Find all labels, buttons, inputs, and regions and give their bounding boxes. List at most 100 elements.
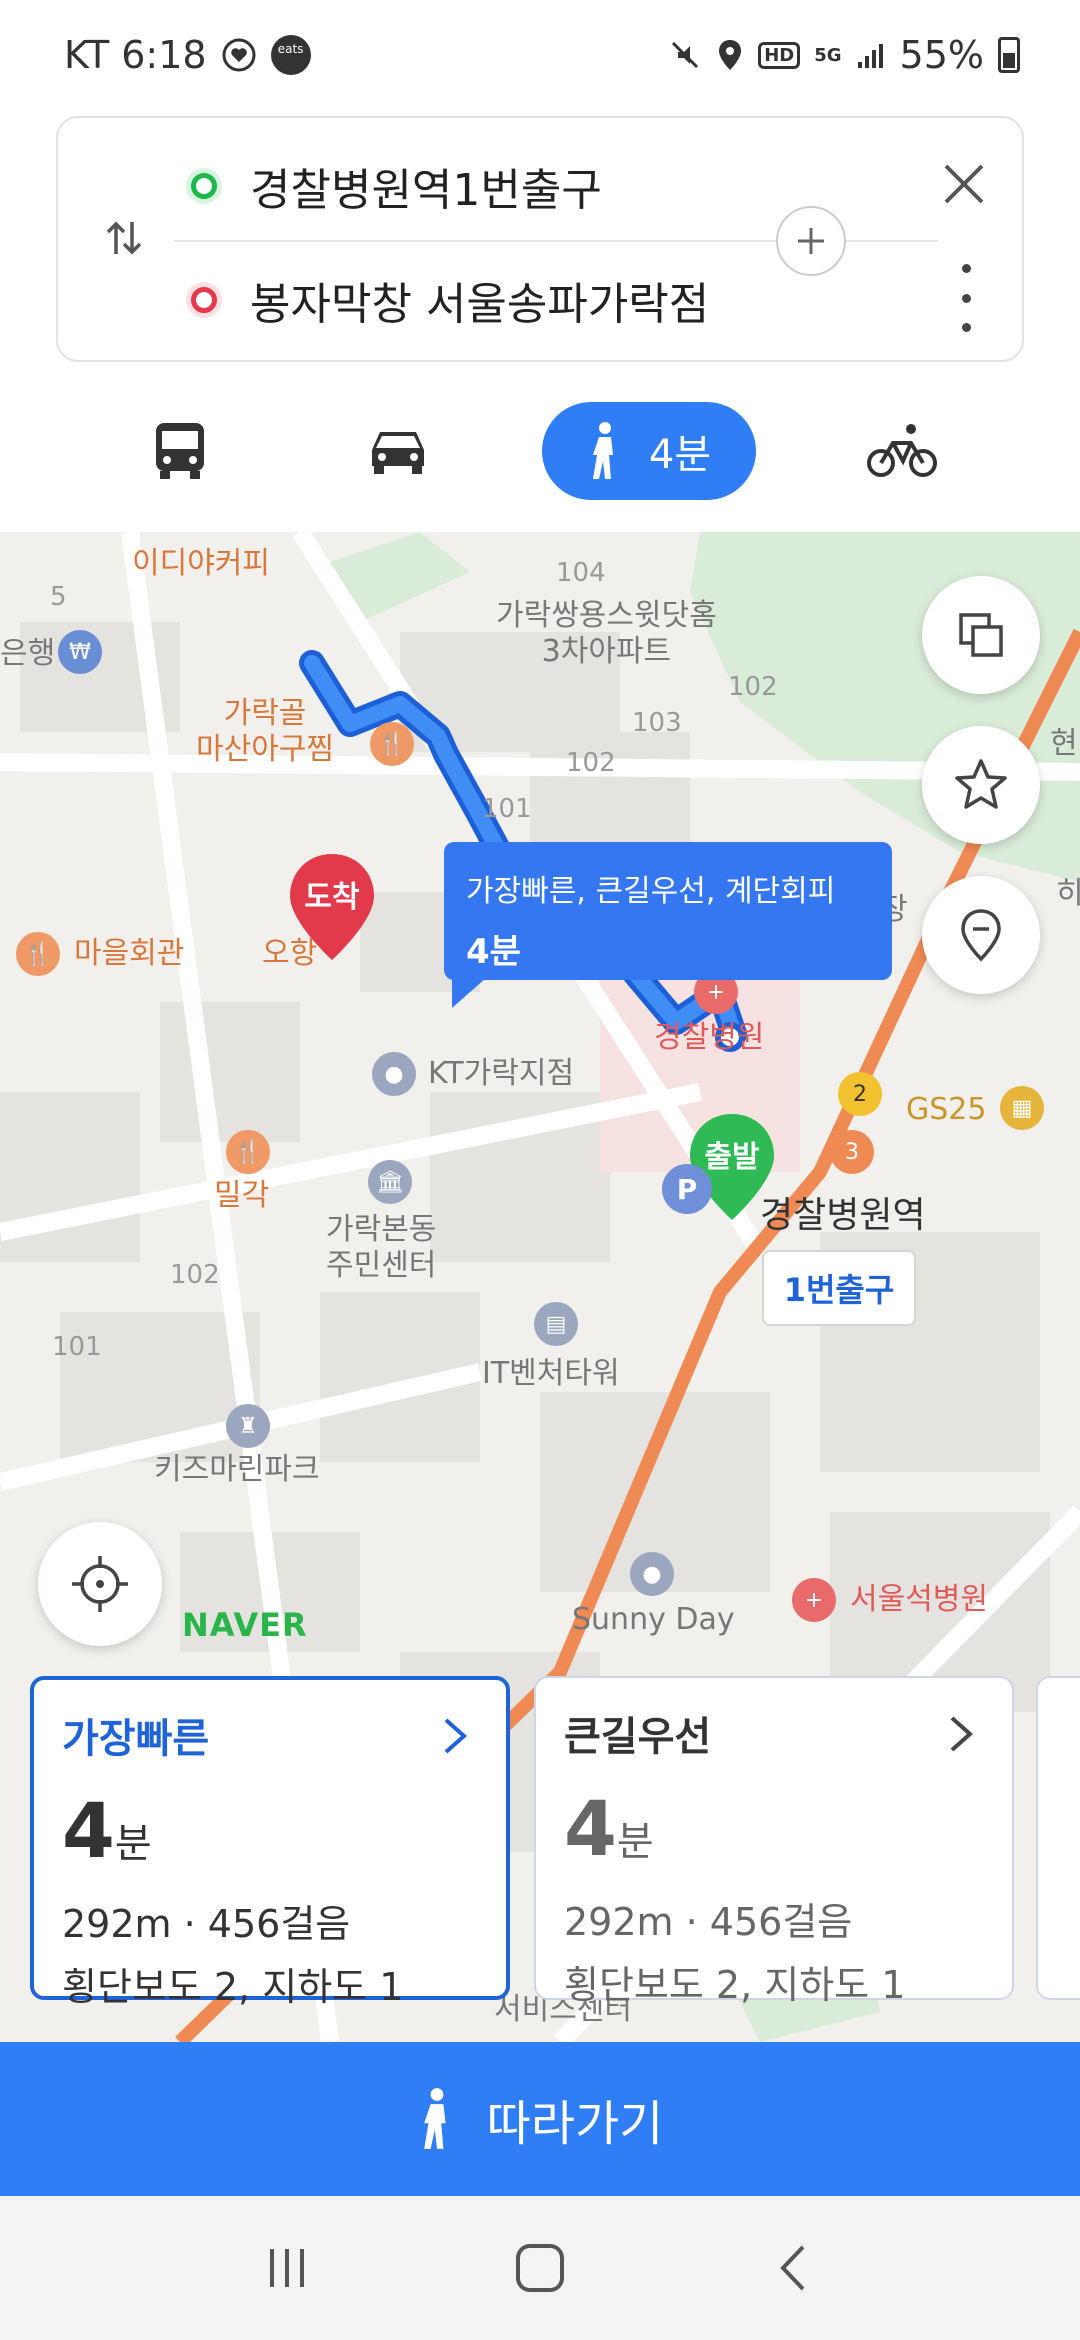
battery-icon [998, 37, 1020, 73]
restaurant-icon[interactable]: 🍴 [370, 722, 414, 766]
walk-icon [423, 2088, 446, 2149]
map-label-kids[interactable]: 키즈마린파크 [154, 1452, 320, 1488]
recent-apps-icon [269, 2249, 304, 2287]
option-time: 4분 [62, 1786, 478, 1875]
more-options-button[interactable] [946, 258, 986, 338]
recent-apps-button[interactable] [247, 2228, 327, 2308]
star-icon [955, 759, 1007, 809]
close-button[interactable] [934, 154, 994, 214]
map-label-hyun: 현 [1050, 726, 1078, 761]
distance-value: 292m [62, 1902, 172, 1946]
option-distance: 292m · 456걸음 [564, 1900, 853, 1944]
option-time-unit: 분 [616, 1819, 654, 1865]
location-icon [716, 38, 744, 72]
carrier-time: KT 6:18 [64, 33, 207, 77]
park-icon[interactable]: ♜ [226, 1404, 270, 1448]
tab-car[interactable] [358, 402, 438, 500]
add-waypoint-button[interactable] [776, 206, 846, 276]
hd-icon: HD [758, 41, 801, 69]
steps-value: 456걸음 [207, 1902, 351, 1946]
home-button[interactable] [500, 2228, 580, 2308]
layers-button[interactable] [922, 576, 1040, 694]
map-label-102b: 102 [566, 748, 616, 778]
map-label-center[interactable]: 가락본동 주민센터 [326, 1212, 436, 1284]
destination-field[interactable]: 봉자막창 서울송파가락점 [186, 268, 709, 332]
tooltip-route-type: 가장빠른, 큰길우선, 계단회피 [466, 874, 836, 909]
back-button[interactable] [753, 2228, 833, 2308]
follow-button[interactable]: 따라가기 [0, 2042, 1080, 2196]
map-label-104: 104 [556, 558, 606, 588]
map-label-gs25[interactable]: GS25 [906, 1092, 986, 1128]
building-icon[interactable]: ● [372, 1052, 416, 1096]
map-label-hi: 히 [1056, 876, 1080, 911]
parking-icon[interactable]: P [662, 1164, 712, 1214]
option-title: 큰길우선 [564, 1714, 712, 1760]
route-tooltip[interactable]: 가장빠른, 큰길우선, 계단회피 4분 [444, 842, 892, 1008]
tab-bicycle[interactable] [862, 402, 942, 500]
tooltip-time: 4분 [466, 932, 521, 972]
option-detail: 횡단보도 2, 지하도 1 [62, 1965, 404, 2009]
option-time-unit: 분 [114, 1821, 152, 1867]
map-label-sunny[interactable]: Sunny Day [572, 1602, 735, 1638]
close-icon [944, 164, 984, 204]
bank-icon[interactable]: ₩ [58, 630, 102, 674]
restaurant-icon[interactable]: 🍴 [226, 1130, 270, 1174]
map-label-maeul[interactable]: 마을회관 [74, 936, 184, 972]
favorite-button[interactable] [922, 726, 1040, 844]
start-location: 경찰병원역1번출구 [250, 165, 602, 216]
line-3-icon: 3 [830, 1130, 874, 1174]
steps-value: 456걸음 [709, 1900, 853, 1944]
map-label-garak-masan[interactable]: 가락골 마산아구찜 [196, 696, 334, 768]
map-label-seoul-hosp[interactable]: 서울석병원 [850, 1582, 988, 1618]
coupang-eats-icon: eats [270, 35, 311, 75]
transport-mode-tabs: 4분 [0, 396, 1080, 506]
map-label-kt[interactable]: KT가락지점 [428, 1056, 574, 1092]
plus-icon [798, 228, 824, 254]
map-label-idiya[interactable]: 이디야커피 [132, 546, 270, 582]
map-label-station[interactable]: 경찰병원역 [760, 1194, 926, 1237]
bus-icon [156, 423, 204, 479]
map-label-apartment[interactable]: 가락쌍용스윗닷홈 3차아파트 [496, 598, 717, 670]
end-dot-icon [186, 282, 222, 318]
tab-transit[interactable] [140, 402, 220, 500]
location-pin-button[interactable] [922, 876, 1040, 994]
map-label-it-tower[interactable]: IT벤처타워 [482, 1356, 620, 1392]
option-detail: 횡단보도 2, 지하도 1 [564, 1963, 906, 2007]
map-label-102c: 102 [170, 1260, 220, 1290]
arrival-label: 도착 [304, 880, 360, 915]
option-distance: 292m · 456걸음 [62, 1902, 351, 1946]
swap-button[interactable] [94, 208, 154, 268]
status-bar: KT 6:18 eats HD 5G 55% [0, 0, 1080, 110]
cafe-icon[interactable]: ● [630, 1552, 674, 1596]
convenience-store-icon[interactable]: ▦ [1000, 1086, 1044, 1130]
map-label-102a: 102 [728, 672, 778, 702]
route-search-card: 경찰병원역1번출구 봉자막창 서울송파가락점 [56, 116, 1024, 362]
car-icon [372, 432, 424, 474]
current-location-button[interactable] [38, 1522, 162, 1646]
government-icon[interactable]: 🏛 [368, 1160, 412, 1204]
pin-outline-icon [961, 909, 1001, 962]
route-option-card[interactable]: 큰길우선 4분 292m · 456걸음 횡단보도 2, 지하도 1 [534, 1676, 1014, 2007]
exit-badge[interactable]: 1번출구 [762, 1250, 916, 1326]
hospital-icon[interactable]: + [792, 1578, 836, 1622]
map-label-milgak[interactable]: 밀각 [214, 1178, 269, 1214]
map-label-bank[interactable]: 은행 [0, 636, 55, 672]
system-nav-bar [0, 2196, 1080, 2340]
crosshair-icon [72, 1556, 128, 1612]
home-icon [515, 2244, 564, 2292]
start-field[interactable]: 경찰병원역1번출구 [186, 154, 602, 218]
restaurant-icon[interactable]: 🍴 [16, 932, 60, 976]
route-option-card-peek[interactable] [1036, 1676, 1080, 2000]
arrival-pin[interactable]: 도착 [286, 852, 378, 962]
exit-2-icon: 2 [838, 1072, 882, 1116]
distance-value: 292m [564, 1900, 674, 1944]
signal-icon [856, 40, 886, 70]
option-time-number: 4 [564, 1784, 617, 1873]
tab-walk[interactable]: 4분 [542, 402, 756, 500]
route-option-card[interactable]: 가장빠른 4분 292m · 456걸음 횡단보도 2, 지하도 1 [30, 1676, 510, 2009]
map-label-hospital[interactable]: 경찰병원 [654, 1020, 764, 1056]
mute-icon [668, 38, 702, 72]
office-icon[interactable]: ▤ [534, 1302, 578, 1346]
chevron-right-icon [950, 1716, 974, 1752]
map-label-103: 103 [632, 708, 682, 738]
